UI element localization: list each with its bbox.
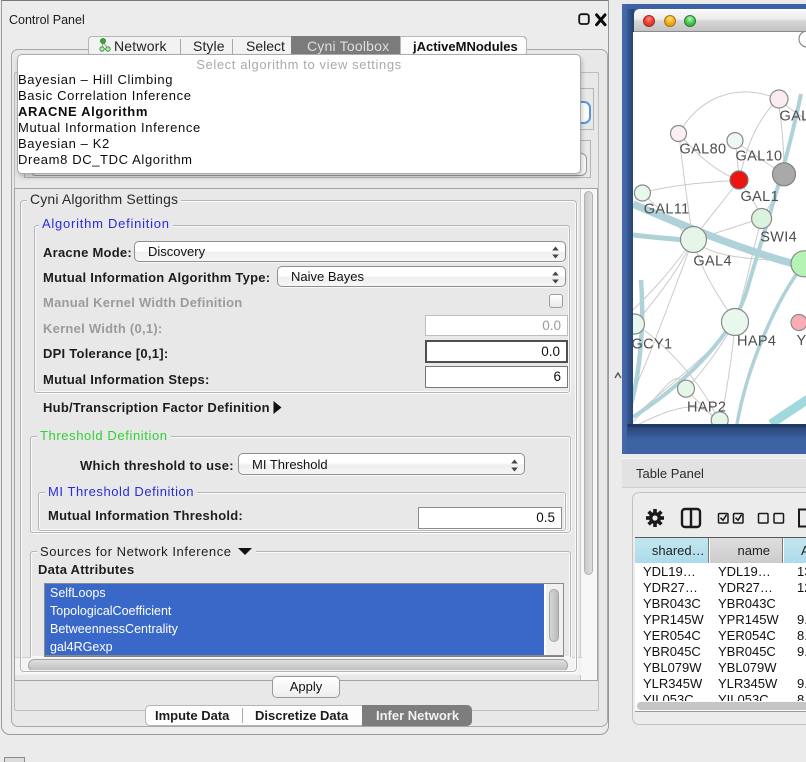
svg-text:GAL10: GAL10 (736, 149, 783, 165)
svg-text:GCY1: GCY1 (633, 337, 672, 353)
svg-text:SWI4: SWI4 (760, 230, 797, 246)
svg-text:HAP2: HAP2 (687, 400, 726, 416)
svg-text:YM: YM (797, 333, 806, 349)
svg-text:GAL80: GAL80 (680, 142, 727, 158)
svg-text:GAL1: GAL1 (741, 189, 779, 205)
svg-text:HAP4: HAP4 (737, 334, 776, 350)
svg-text:GAL2: GAL2 (780, 109, 806, 125)
svg-text:GAL11: GAL11 (644, 202, 690, 218)
svg-text:GAL4: GAL4 (693, 254, 731, 270)
